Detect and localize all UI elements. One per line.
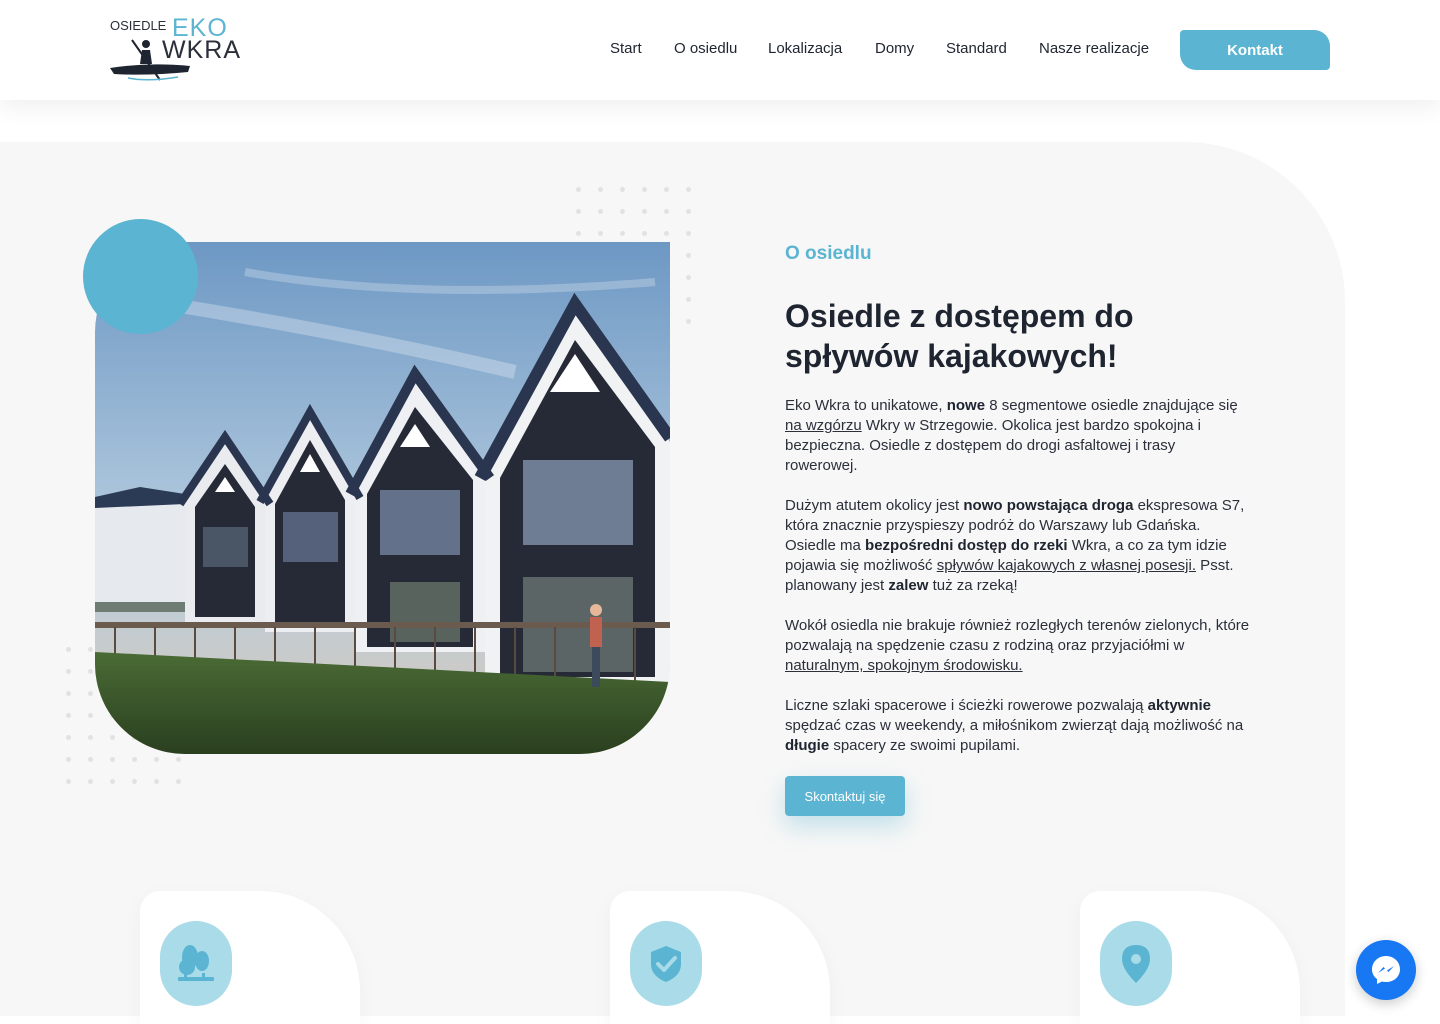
- decorative-dot: [132, 779, 137, 784]
- decorative-dot: [620, 231, 625, 236]
- decorative-dot: [598, 187, 603, 192]
- decorative-dot: [686, 209, 691, 214]
- decorative-dot: [686, 297, 691, 302]
- decorative-dot: [620, 209, 625, 214]
- messenger-icon: [1372, 956, 1400, 984]
- decorative-dot: [66, 669, 71, 674]
- p2-text-a: Dużym atutem okolicy jest: [785, 497, 964, 514]
- paragraph-3: Wokół osiedla nie brakuje również rozleg…: [785, 616, 1250, 676]
- decorative-dot: [88, 735, 93, 740]
- decorative-dot: [642, 209, 647, 214]
- decorative-dot: [88, 757, 93, 762]
- decorative-dot: [620, 187, 625, 192]
- decorative-dot: [110, 757, 115, 762]
- decorative-dot: [664, 209, 669, 214]
- section-label: O osiedlu: [785, 243, 872, 264]
- decorative-dot: [176, 757, 181, 762]
- decorative-dot: [66, 691, 71, 696]
- link-na-wzgorzu[interactable]: na wzgórzu: [785, 417, 862, 434]
- messenger-chat-button[interactable]: [1356, 940, 1416, 1000]
- decorative-dot: [88, 779, 93, 784]
- p4-text-a: Liczne szlaki spacerowe i ścieżki rowero…: [785, 697, 1148, 714]
- p4-text-e: spacery ze swoimi pupilami.: [829, 737, 1021, 754]
- link-splywy[interactable]: spływów kajakowych z własnej posesji.: [937, 557, 1196, 574]
- decorative-dot: [642, 187, 647, 192]
- decorative-dot: [88, 691, 93, 696]
- trees-icon: [160, 921, 232, 1006]
- link-srodowisko[interactable]: naturalnym, spokojnym środowisku.: [785, 657, 1023, 674]
- decorative-dot: [664, 231, 669, 236]
- decorative-dot: [576, 231, 581, 236]
- decorative-dot: [686, 319, 691, 324]
- map-pin-icon: [1100, 921, 1172, 1006]
- nav-item-start[interactable]: Start: [610, 40, 642, 57]
- p1-text-a: Eko Wkra to unikatowe,: [785, 397, 947, 414]
- decorative-dot: [576, 209, 581, 214]
- logo-text-osiedle: OSIEDLE: [110, 18, 167, 33]
- nav-item-lokalizacja[interactable]: Lokalizacja: [768, 40, 842, 57]
- contact-us-button[interactable]: Skontaktuj się: [785, 776, 905, 816]
- estate-render-image: [95, 242, 670, 754]
- p3-text-a: Wokół osiedla nie brakuje również rozleg…: [785, 617, 1250, 654]
- paragraph-1: Eko Wkra to unikatowe, nowe 8 segmentowe…: [785, 396, 1250, 476]
- decorative-dot: [110, 735, 115, 740]
- decorative-dot: [66, 735, 71, 740]
- p4-text-c: spędzać czas w weekendy, a miłośnikom zw…: [785, 717, 1244, 734]
- decorative-dot: [664, 187, 669, 192]
- decorative-dot: [154, 757, 159, 762]
- decorative-dot: [66, 779, 71, 784]
- decorative-dot: [132, 757, 137, 762]
- paragraph-4: Liczne szlaki spacerowe i ścieżki rowero…: [785, 696, 1250, 756]
- p4-bold-dlugie: długie: [785, 737, 830, 754]
- logo-text-wkra: WKRA: [162, 36, 241, 64]
- site-header: OSIEDLE EKO WKRA Start O osiedlu Lokaliz…: [0, 0, 1440, 100]
- nav-item-o-osiedlu[interactable]: O osiedlu: [674, 40, 737, 57]
- decorative-dot: [110, 779, 115, 784]
- p4-bold-aktywnie: aktywnie: [1147, 697, 1212, 714]
- decorative-dot: [598, 209, 603, 214]
- contact-button[interactable]: Kontakt: [1180, 30, 1330, 70]
- decorative-dot: [88, 713, 93, 718]
- p2-bold-dostep: bezpośredni dostęp do rzeki: [865, 537, 1068, 554]
- decorative-dot: [642, 231, 647, 236]
- logo[interactable]: OSIEDLE EKO WKRA: [108, 14, 241, 81]
- decorative-dot: [686, 275, 691, 280]
- decorative-dot: [686, 231, 691, 236]
- nav-item-standard[interactable]: Standard: [946, 40, 1007, 57]
- decorative-dot: [686, 187, 691, 192]
- nav-item-nasze-realizacje[interactable]: Nasze realizacje: [1039, 40, 1149, 57]
- decorative-dot: [66, 713, 71, 718]
- decorative-dot: [88, 647, 93, 652]
- p2-text-h: tuż za rzeką!: [928, 577, 1018, 594]
- section-title: Osiedle z dostępem do spływów kajakowych…: [785, 298, 1134, 374]
- decorative-dot: [598, 231, 603, 236]
- p1-text-c: 8 segmentowe osiedle znajdujące się: [985, 397, 1238, 414]
- p2-bold-zalew: zalew: [888, 577, 929, 594]
- nav-item-domy[interactable]: Domy: [875, 40, 914, 57]
- shield-check-icon: [630, 921, 702, 1006]
- decorative-dot: [154, 779, 159, 784]
- p1-bold-nowe: nowe: [946, 397, 986, 414]
- paragraph-2: Dużym atutem okolicy jest nowo powstając…: [785, 496, 1250, 596]
- decorative-dot: [686, 253, 691, 258]
- p2-bold-droga: nowo powstająca droga: [963, 497, 1134, 514]
- decorative-dot: [66, 647, 71, 652]
- decorative-dot: [88, 669, 93, 674]
- decorative-dot: [176, 779, 181, 784]
- decorative-circle: [83, 219, 198, 334]
- decorative-dot: [66, 757, 71, 762]
- decorative-dot: [576, 187, 581, 192]
